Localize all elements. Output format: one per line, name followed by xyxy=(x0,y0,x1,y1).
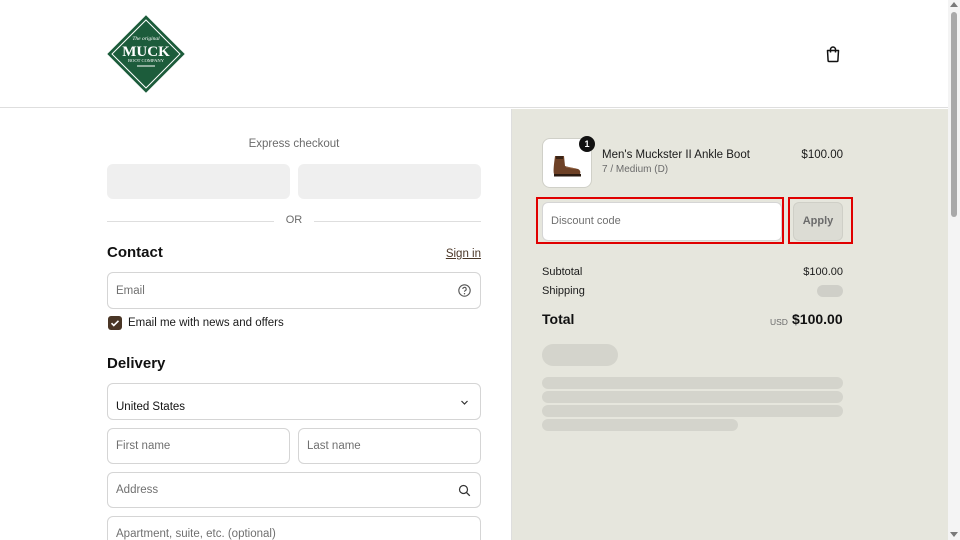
logo-sub-text: BOOT COMPANY xyxy=(128,58,165,63)
scroll-down-arrow-icon[interactable] xyxy=(950,532,958,537)
address-field[interactable]: Address xyxy=(107,472,481,508)
sign-in-link[interactable]: Sign in xyxy=(430,248,481,260)
product-price: $100.00 xyxy=(801,149,843,161)
quantity-badge: 1 xyxy=(579,136,595,152)
search-icon xyxy=(458,484,471,497)
or-divider: OR xyxy=(107,213,481,229)
loading-skeleton xyxy=(542,419,738,431)
loading-skeleton xyxy=(542,344,618,366)
newsletter-label: Email me with news and offers xyxy=(128,317,284,329)
loading-skeleton xyxy=(542,377,843,389)
shipping-label: Shipping xyxy=(542,285,585,297)
divider-line xyxy=(314,221,481,222)
subtotal-label: Subtotal xyxy=(542,266,583,278)
total-currency: USD xyxy=(770,317,788,327)
logo-small-text: The original xyxy=(132,36,160,42)
express-pay-button-1[interactable] xyxy=(107,164,290,199)
apply-highlight-box xyxy=(788,197,853,244)
subtotal-value: $100.00 xyxy=(803,266,843,278)
shipping-loading-placeholder xyxy=(817,285,843,297)
last-name-placeholder: Last name xyxy=(307,440,361,452)
address-placeholder: Address xyxy=(116,484,159,496)
scrollbar-thumb[interactable] xyxy=(951,12,957,217)
logo-diamond-icon: The original MUCK BOOT COMPANY xyxy=(107,15,185,93)
product-variant: 7 / Medium (D) xyxy=(602,164,669,175)
apartment-field[interactable]: Apartment, suite, etc. (optional) xyxy=(107,516,481,540)
checkmark-icon xyxy=(110,320,120,327)
total-label: Total xyxy=(542,311,575,327)
email-field[interactable]: Email xyxy=(107,272,481,309)
express-checkout-title: Express checkout xyxy=(248,138,340,150)
loading-skeleton xyxy=(542,405,843,417)
express-pay-button-2[interactable] xyxy=(298,164,481,199)
or-label: OR xyxy=(285,214,303,226)
checkout-form: Express checkout OR Contact Sign in Emai… xyxy=(0,109,511,540)
page-scrollbar[interactable] xyxy=(948,0,960,540)
chevron-down-icon xyxy=(458,396,471,409)
discount-highlight-box xyxy=(536,197,784,244)
muck-boot-logo[interactable]: The original MUCK BOOT COMPANY xyxy=(107,15,185,93)
email-placeholder: Email xyxy=(116,285,145,297)
loading-skeleton xyxy=(542,391,843,403)
country-value: United States xyxy=(116,401,186,413)
shopping-bag-icon[interactable] xyxy=(824,45,842,63)
country-select[interactable]: United States xyxy=(107,383,481,420)
order-summary: 1 Men's Muckster II Ankle Boot 7 / Mediu… xyxy=(511,109,948,540)
total-value: $100.00 xyxy=(792,311,843,327)
product-name: Men's Muckster II Ankle Boot xyxy=(602,149,750,161)
apartment-placeholder: Apartment, suite, etc. (optional) xyxy=(116,528,276,540)
help-circle-icon[interactable] xyxy=(458,284,471,297)
header: The original MUCK BOOT COMPANY xyxy=(0,0,948,108)
last-name-field[interactable]: Last name xyxy=(298,428,481,464)
first-name-placeholder: First name xyxy=(116,440,171,452)
scroll-up-arrow-icon[interactable] xyxy=(950,2,958,7)
first-name-field[interactable]: First name xyxy=(107,428,290,464)
delivery-title: Delivery xyxy=(107,355,166,372)
contact-title: Contact xyxy=(107,244,163,261)
newsletter-checkbox[interactable] xyxy=(108,316,122,330)
